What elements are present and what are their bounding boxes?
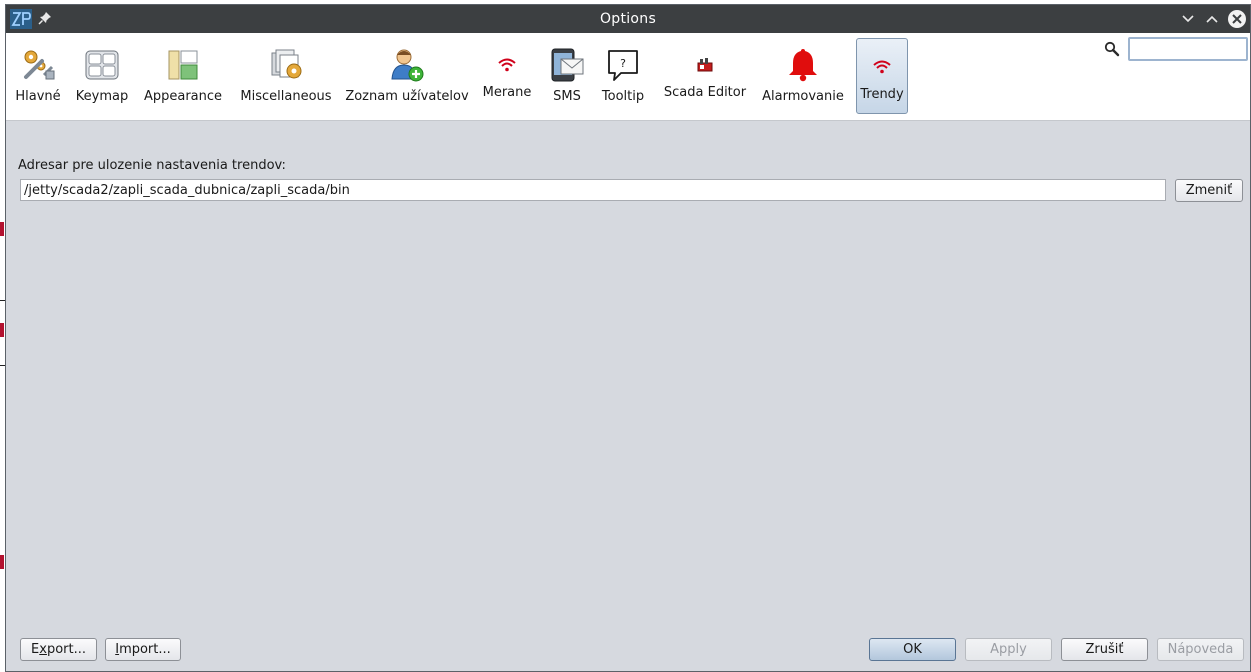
options-dialog: Options Hlavné Keymap Appearance Miscell… [5, 4, 1251, 672]
category-hlavne[interactable]: Hlavné [12, 37, 64, 115]
category-label: Trendy [860, 87, 904, 102]
scada-editor-icon [687, 51, 723, 79]
trendy-settings-panel: Adresar pre ulozenie nastavenia trendov:… [6, 122, 1250, 671]
category-scada-editor[interactable]: Scada Editor [662, 37, 748, 115]
close-icon [1228, 10, 1246, 28]
speech-bubble-question-icon: ? [605, 47, 641, 83]
category-alarmovanie[interactable]: Alarmovanie [760, 37, 846, 115]
category-label: Tooltip [601, 89, 645, 104]
background-marker [0, 222, 4, 236]
export-label-suffix: port... [46, 642, 86, 657]
category-label: Zoznam užívatelov [345, 89, 469, 104]
category-toolbar: Hlavné Keymap Appearance Miscellaneous Z… [6, 33, 1250, 121]
category-merane[interactable]: Merane [480, 37, 534, 115]
svg-text:?: ? [620, 57, 626, 70]
path-label: Adresar pre ulozenie nastavenia trendov: [18, 158, 286, 173]
title-bar[interactable]: Options [6, 5, 1250, 33]
background-marker [0, 555, 4, 569]
category-label: SMS [553, 89, 581, 104]
category-label: Hlavné [15, 89, 61, 104]
gears-wrench-icon [20, 47, 56, 83]
search-icon [1104, 41, 1120, 57]
category-trendy[interactable]: Trendy [856, 38, 908, 114]
change-button[interactable]: Zmeniť [1175, 179, 1243, 202]
export-label-prefix: E [31, 642, 40, 657]
import-button[interactable]: Import... [105, 638, 181, 661]
background-marker [0, 323, 4, 337]
path-input[interactable] [20, 179, 1166, 201]
export-mnemonic: x [39, 642, 47, 657]
apply-button[interactable]: Apply [965, 638, 1052, 661]
minimize-icon [1182, 15, 1194, 23]
layout-panels-icon [165, 47, 201, 83]
import-label-suffix: mport... [119, 642, 171, 657]
cancel-button[interactable]: Zrušiť [1061, 638, 1148, 661]
category-appearance[interactable]: Appearance [142, 37, 224, 115]
category-label: Appearance [143, 89, 223, 104]
category-label: Scada Editor [663, 85, 747, 100]
category-zoznam-uzivatelov[interactable]: Zoznam užívatelov [345, 37, 469, 115]
help-button[interactable]: Nápoveda [1157, 638, 1244, 661]
category-label: Alarmovanie [762, 89, 844, 104]
user-add-icon [389, 47, 425, 83]
export-button[interactable]: Export... [20, 638, 97, 661]
window-title: Options [599, 11, 657, 27]
category-tooltip[interactable]: ? Tooltip [598, 37, 648, 115]
category-label: Keymap [75, 89, 129, 104]
keyboard-icon [84, 47, 120, 83]
search-input[interactable] [1128, 37, 1248, 61]
category-miscellaneous[interactable]: Miscellaneous [238, 37, 334, 115]
category-keymap[interactable]: Keymap [76, 37, 128, 115]
ok-button[interactable]: OK [869, 638, 956, 661]
wifi-signal-icon [864, 53, 900, 81]
bell-icon [785, 47, 821, 83]
minimize-button[interactable] [1179, 10, 1197, 28]
maximize-button[interactable] [1203, 10, 1221, 28]
maximize-icon [1206, 15, 1218, 23]
wifi-signal-icon [489, 51, 525, 79]
phone-mail-icon [549, 47, 585, 83]
category-label: Miscellaneous [240, 89, 332, 104]
documents-gear-icon [268, 47, 304, 83]
category-label: Merane [482, 85, 532, 100]
close-button[interactable] [1227, 9, 1247, 29]
category-sms[interactable]: SMS [548, 37, 586, 115]
